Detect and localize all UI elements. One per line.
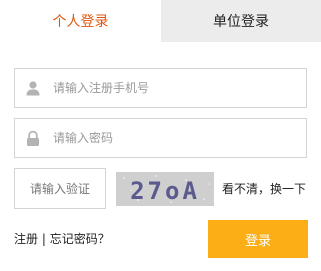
phone-field bbox=[14, 68, 307, 108]
lock-icon bbox=[15, 119, 51, 157]
forgot-password-link[interactable]: 忘记密码？ bbox=[50, 232, 110, 246]
links-separator: | bbox=[38, 232, 50, 246]
user-icon bbox=[15, 69, 51, 107]
password-input[interactable] bbox=[51, 131, 283, 145]
password-field bbox=[14, 118, 307, 158]
captcha-field bbox=[14, 168, 106, 209]
login-button[interactable]: 登录 bbox=[208, 220, 308, 258]
captcha-input[interactable] bbox=[15, 180, 105, 197]
refresh-captcha-link[interactable]: 看不清，换一下 bbox=[222, 180, 306, 197]
captcha-text: 27oA bbox=[130, 177, 200, 205]
register-link[interactable]: 注册 bbox=[14, 232, 38, 246]
tab-unit-login[interactable]: 单位登录 bbox=[161, 0, 321, 42]
captcha-image[interactable]: 27oA bbox=[116, 172, 214, 206]
tab-personal-login[interactable]: 个人登录 bbox=[0, 0, 161, 42]
phone-input[interactable] bbox=[51, 81, 283, 95]
auth-links: 注册 | 忘记密码？ bbox=[14, 230, 110, 247]
login-tabs: 个人登录 单位登录 bbox=[0, 0, 321, 42]
